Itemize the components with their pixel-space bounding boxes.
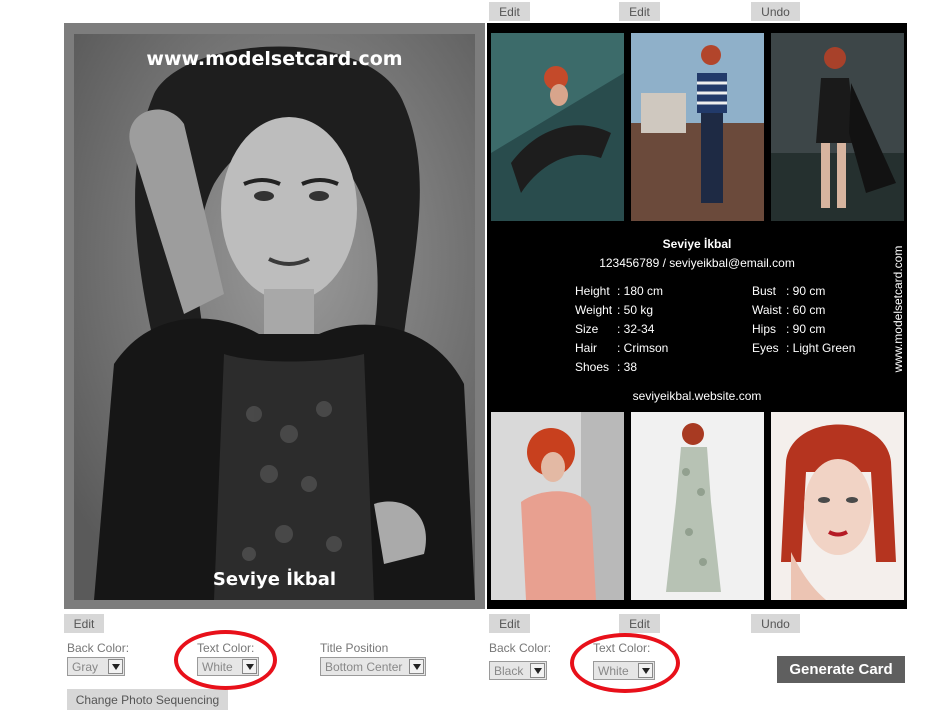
back-photo-edit-button-1[interactable]: Edit — [489, 2, 530, 21]
back-edit-button-bottom-2[interactable]: Edit — [619, 614, 660, 633]
stat-waist: Waist: 60 cm — [752, 303, 826, 317]
chevron-down-icon — [108, 659, 123, 674]
photo-6-image — [771, 412, 904, 600]
stat-hips: Hips: 90 cm — [752, 322, 826, 336]
front-edit-button[interactable]: Edit — [64, 614, 104, 633]
back-photo-3[interactable] — [771, 33, 904, 221]
generate-card-button[interactable]: Generate Card — [777, 656, 905, 683]
stat-height: Height: 180 cm — [575, 284, 664, 298]
back-photo-1[interactable] — [491, 33, 624, 221]
photo-3-image — [771, 33, 904, 221]
highlight-ring-front-text-color — [174, 630, 277, 690]
back-back-color-label: Back Color: — [489, 641, 552, 655]
chevron-down-icon — [530, 663, 545, 678]
portrait-image — [74, 34, 475, 600]
back-photo-6[interactable] — [771, 412, 904, 600]
chevron-down-icon — [409, 659, 424, 674]
stat-size: Size: 32-34 — [575, 322, 655, 336]
front-title-position-label: Title Position — [320, 641, 389, 655]
back-card-vertical-url: www.modelsetcard.com — [891, 245, 905, 372]
stat-shoes: Shoes: 38 — [575, 360, 638, 374]
stat-hair: Hair: Crimson — [575, 341, 669, 355]
back-back-color-select[interactable]: Black — [489, 661, 547, 680]
front-back-color-label: Back Color: — [67, 641, 130, 655]
back-undo-button-top[interactable]: Undo — [751, 2, 800, 21]
front-title-position-select[interactable]: Bottom Center — [320, 657, 426, 676]
back-card-name: Seviye İkbal — [662, 237, 732, 251]
front-card: www.modelsetcard.com Seviye İkbal — [64, 23, 485, 609]
front-portrait-photo[interactable]: www.modelsetcard.com Seviye İkbal — [74, 34, 475, 600]
back-card-contact: 123456789 / seviyeikbal@email.com — [599, 256, 795, 270]
stat-bust: Bust: 90 cm — [752, 284, 826, 298]
photo-5-image — [631, 412, 764, 600]
photo-4-image — [491, 412, 624, 600]
back-photo-4[interactable] — [491, 412, 624, 600]
back-photo-2[interactable] — [631, 33, 764, 221]
front-card-url: www.modelsetcard.com — [146, 48, 403, 70]
stat-weight: Weight: 50 kg — [575, 303, 654, 317]
change-photo-sequencing-button[interactable]: Change Photo Sequencing — [67, 689, 228, 710]
back-card: Seviye İkbal 123456789 / seviyeikbal@ema… — [487, 23, 907, 609]
back-photo-5[interactable] — [631, 412, 764, 600]
photo-2-image — [631, 33, 764, 221]
photo-1-image — [491, 33, 624, 221]
highlight-ring-back-text-color — [570, 633, 680, 693]
back-edit-button-bottom-1[interactable]: Edit — [489, 614, 530, 633]
back-card-website: seviyeikbal.website.com — [632, 389, 762, 403]
front-card-name: Seviye İkbal — [212, 569, 337, 590]
back-photo-edit-button-2[interactable]: Edit — [619, 2, 660, 21]
stat-eyes: Eyes: Light Green — [752, 341, 856, 355]
back-undo-button-bottom[interactable]: Undo — [751, 614, 800, 633]
front-back-color-select[interactable]: Gray — [67, 657, 125, 676]
